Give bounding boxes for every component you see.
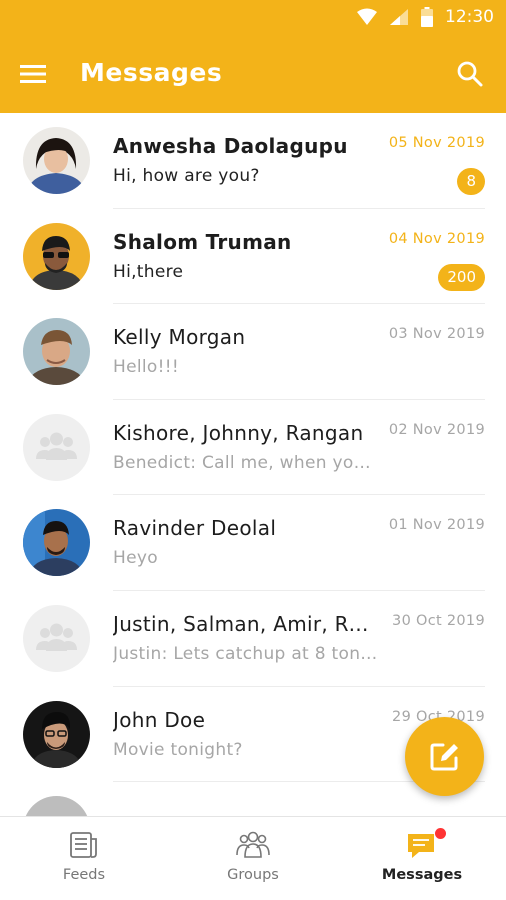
- status-time: 12:30: [445, 7, 494, 27]
- avatar: [23, 700, 90, 768]
- avatar: [23, 796, 90, 816]
- nav-label: Feeds: [62, 867, 106, 883]
- nav-messages[interactable]: Messages: [338, 817, 506, 900]
- nav-label: Messages: [381, 867, 463, 883]
- wifi-icon: [357, 8, 377, 25]
- message-preview: Movie tonight?: [113, 739, 243, 760]
- search-icon[interactable]: [456, 60, 484, 88]
- conversation-name: Kelly Morgan: [113, 325, 246, 350]
- groups-icon: [236, 831, 270, 858]
- avatar: [23, 318, 90, 386]
- hamburger-menu-icon[interactable]: [20, 62, 48, 86]
- conversation-row[interactable]: Kelly Morgan Hello!!! 03 Nov 2019: [0, 304, 506, 400]
- message-preview: Justin: Lets catchup at 8 tonight: [113, 643, 378, 664]
- message-preview: Heyo: [113, 548, 158, 569]
- group-placeholder-icon: [36, 432, 77, 460]
- conversation-row[interactable]: Justin, Salman, Amir, Ravi Justin: Lets …: [0, 591, 506, 687]
- conversation-row[interactable]: Anwesha Daolagupu Hi, how are you? 05 No…: [0, 113, 506, 209]
- message-date: 01 Nov 2019: [388, 517, 485, 534]
- message-date: 04 Nov 2019: [388, 230, 485, 247]
- conversation-name: Justin, Salman, Amir, Ravi: [113, 611, 378, 636]
- compose-message-button[interactable]: [405, 717, 484, 796]
- notification-dot: [435, 828, 446, 839]
- avatar: [23, 127, 90, 194]
- conversation-name: Anwesha Daolagupu: [113, 134, 348, 158]
- status-bar: 12:30: [0, 0, 506, 36]
- edit-icon: [430, 743, 458, 771]
- nav-feeds[interactable]: Feeds: [0, 817, 168, 900]
- conversation-name: John Doe: [113, 707, 206, 732]
- battery-icon: [421, 7, 433, 27]
- group-avatar: [23, 604, 90, 672]
- messages-icon: [408, 834, 434, 858]
- app-bar: Messages: [0, 36, 506, 113]
- group-avatar: [23, 413, 90, 481]
- conversation-name: Kishore, Johnny, Rangan: [113, 420, 364, 445]
- conversation-row[interactable]: Kishore, Johnny, Rangan Benedict: Call m…: [0, 400, 506, 496]
- avatar: [23, 509, 90, 577]
- group-placeholder-icon: [36, 623, 77, 651]
- nav-label: Groups: [227, 867, 279, 883]
- message-date: 02 Nov 2019: [388, 421, 485, 438]
- cellular-signal-icon: [390, 9, 408, 25]
- message-preview: Hello!!!: [113, 357, 179, 378]
- unread-count-badge: 200: [438, 263, 485, 291]
- message-date: 03 Nov 2019: [388, 326, 485, 343]
- avatar: [23, 222, 90, 290]
- bottom-navigation: Feeds Groups Messages: [0, 816, 506, 900]
- message-preview: Hi, how are you?: [113, 166, 260, 186]
- message-preview: Hi,there: [113, 261, 184, 282]
- conversation-name: Ravinder Deolal: [113, 516, 277, 541]
- conversation-row[interactable]: Ravinder Deolal Heyo 01 Nov 2019: [0, 495, 506, 591]
- conversation-list[interactable]: Anwesha Daolagupu Hi, how are you? 05 No…: [0, 113, 506, 816]
- conversation-name: Shalom Truman: [113, 229, 292, 254]
- message-date: 05 Nov 2019: [388, 135, 485, 151]
- conversation-row[interactable]: Shalom Truman Hi,there 04 Nov 2019 200: [0, 209, 506, 305]
- message-preview: Benedict: Call me, when you are free: [113, 452, 378, 473]
- message-date: 30 Oct 2019: [392, 612, 485, 629]
- nav-groups[interactable]: Groups: [169, 817, 337, 900]
- page-title: Messages: [80, 58, 223, 87]
- unread-count-badge: 8: [457, 168, 485, 195]
- feeds-icon: [70, 832, 97, 858]
